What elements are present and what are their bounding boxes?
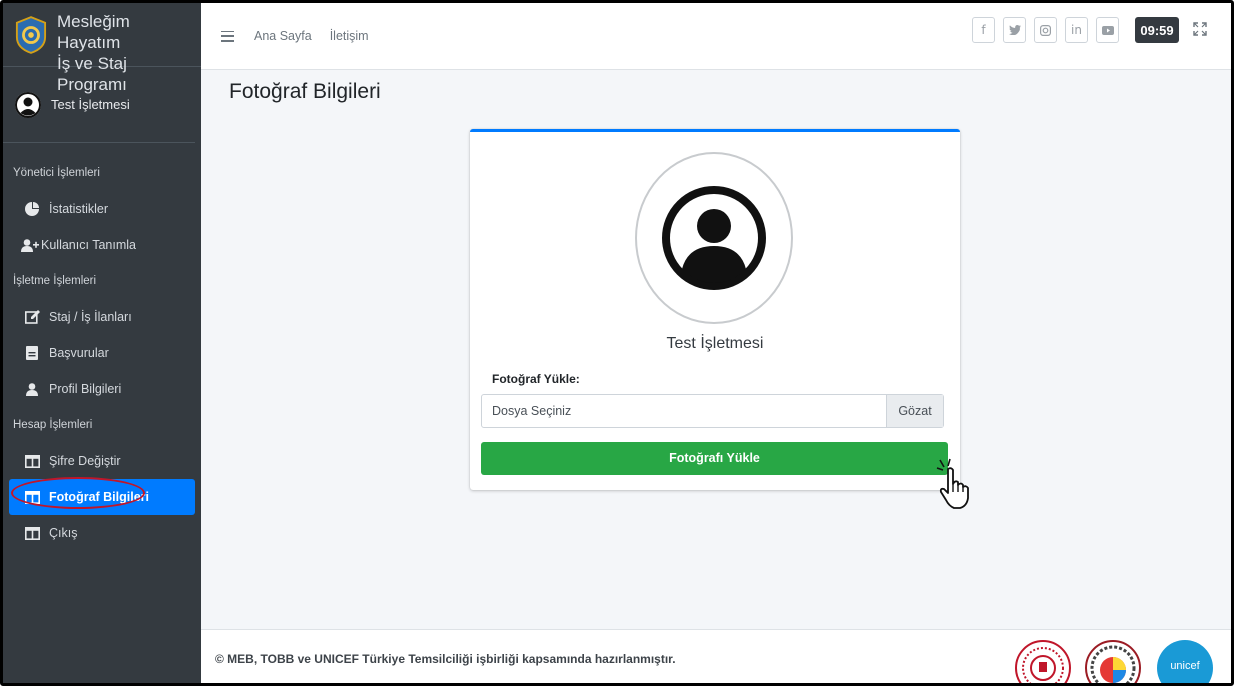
footer-text: © MEB, TOBB ve UNICEF Türkiye Temsilcili…: [215, 652, 676, 666]
sidebar-item-label: İstatistikler: [49, 202, 109, 216]
sidebar-item-label: Şifre Değiştir: [49, 454, 121, 468]
columns-icon: [23, 525, 41, 541]
fullscreen-icon[interactable]: [1193, 22, 1207, 36]
brand-title-line2: İş ve Staj Programı: [56, 54, 127, 94]
nav-header-account: Hesap İşlemleri: [13, 419, 93, 431]
sidebar-item-label: Kullanıcı Tanımla: [41, 238, 136, 252]
sidebar: Mesleğim Hayatım İş ve Staj Programı Tes…: [3, 3, 201, 683]
sidebar-item-label: Başvurular: [49, 346, 109, 360]
sidebar-item-change-password[interactable]: Şifre Değiştir: [9, 443, 195, 479]
sidebar-item-job-listings[interactable]: Staj / İş İlanları: [9, 299, 195, 335]
upload-label: Fotoğraf Yükle:: [492, 372, 580, 386]
user-name: Test İşletmesi: [51, 97, 130, 112]
sidebar-item-profile[interactable]: Profil Bilgileri: [9, 371, 195, 407]
social-links: f in: [964, 17, 1119, 43]
pie-chart-icon: [23, 201, 41, 217]
user-plus-icon: [21, 237, 39, 253]
user-circle-icon: [15, 91, 41, 118]
brand[interactable]: Mesleğim Hayatım İş ve Staj Programı: [3, 3, 201, 94]
file-input[interactable]: Dosya Seçiniz Gözat: [481, 394, 944, 428]
meb-logo: [1015, 640, 1071, 683]
tobb-logo: [1085, 640, 1141, 683]
business-name: Test İşletmesi: [666, 335, 764, 352]
youtube-icon[interactable]: [1096, 17, 1119, 43]
menu-toggle-icon[interactable]: [221, 30, 234, 42]
nav-link-home[interactable]: Ana Sayfa: [254, 29, 312, 43]
upload-photo-button[interactable]: Fotoğrafı Yükle: [481, 442, 948, 475]
nav-link-contact[interactable]: İletişim: [330, 29, 369, 43]
columns-icon: [23, 489, 41, 505]
user-icon: [23, 381, 41, 397]
file-input-placeholder[interactable]: Dosya Seçiniz: [482, 395, 886, 427]
photo-card: Test İşletmesi Fotoğraf Yükle: Dosya Seç…: [470, 129, 960, 490]
sidebar-item-label: Fotoğraf Bilgileri: [49, 490, 149, 504]
user-avatar-icon: [662, 186, 766, 290]
footer: © MEB, TOBB ve UNICEF Türkiye Temsilcili…: [201, 629, 1231, 683]
profile-photo: [635, 152, 793, 324]
document-icon: [23, 345, 41, 361]
gear-badge-icon: [15, 16, 47, 54]
sidebar-item-statistics[interactable]: İstatistikler: [9, 191, 195, 227]
clock-display: 09:59: [1135, 17, 1179, 43]
sidebar-item-photo-info[interactable]: Fotoğraf Bilgileri: [9, 477, 195, 515]
twitter-icon[interactable]: [1003, 17, 1026, 43]
sidebar-item-logout[interactable]: Çıkış: [9, 515, 195, 551]
edit-icon: [23, 309, 41, 325]
browse-button[interactable]: Gözat: [886, 395, 943, 427]
facebook-icon[interactable]: f: [972, 17, 995, 43]
app-window: Mesleğim Hayatım İş ve Staj Programı Tes…: [0, 0, 1234, 686]
hand-pointer-icon: [936, 458, 969, 509]
columns-icon: [23, 453, 41, 469]
sidebar-item-label: Profil Bilgileri: [49, 382, 122, 396]
sidebar-item-label: Çıkış: [49, 526, 78, 540]
sidebar-item-label: Staj / İş İlanları: [49, 310, 132, 324]
top-navbar: Ana Sayfa İletişim f in 09:59: [201, 3, 1231, 70]
page-title: Fotoğraf Bilgileri: [229, 80, 381, 103]
instagram-icon[interactable]: [1034, 17, 1057, 43]
brand-title-line1: Mesleğim Hayatım: [56, 12, 130, 52]
nav-header-business: İşletme İşlemleri: [13, 275, 97, 287]
sidebar-item-applications[interactable]: Başvurular: [9, 335, 195, 371]
unicef-logo: unicef: [1157, 640, 1213, 683]
sidebar-item-define-user[interactable]: Kullanıcı Tanımla: [9, 227, 195, 263]
nav-header-admin: Yönetici İşlemleri: [13, 167, 100, 179]
linkedin-icon[interactable]: in: [1065, 17, 1088, 43]
